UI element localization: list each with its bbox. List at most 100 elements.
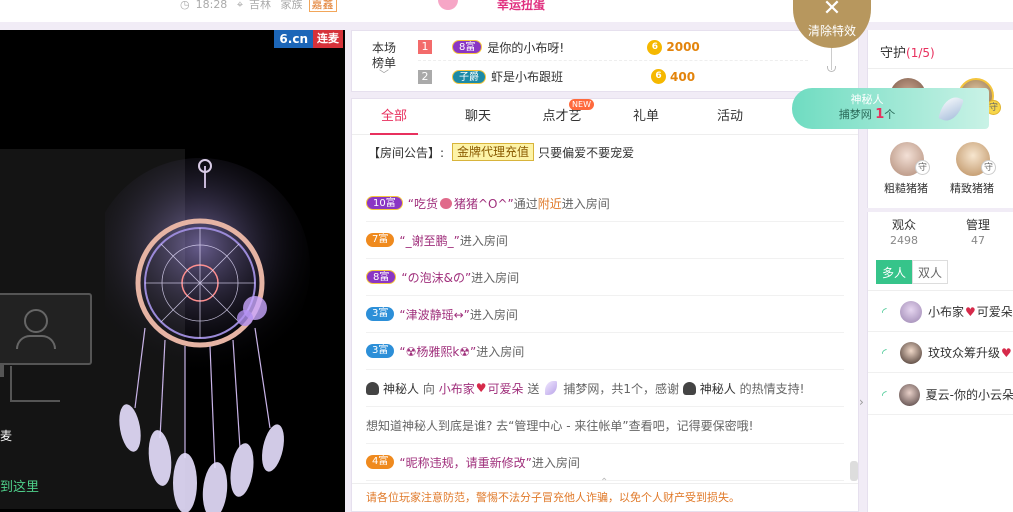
admins-label: 管理 [965,218,990,232]
pig-icon [439,197,452,209]
mode-dual-button[interactable]: 双人 [912,260,948,284]
site-logo: 6.cn [274,30,313,48]
tab-chat[interactable]: 聊天 [448,99,508,135]
gift-item-text: 捕梦网，共1个，感谢 [563,381,679,396]
mode-multi-button[interactable]: 多人 [876,260,912,284]
guard-member-name[interactable]: 粗糙猪猪 [884,180,928,196]
mystery-gift-line: 捕梦网 1个 [792,108,942,122]
list-item: 7富 “_谢至鹏_” 进入房间 [366,222,844,259]
audience-name: 玟玟众筹升级 [928,346,1001,360]
chevron-down-icon: ﹀ [379,70,389,81]
user-name-suffix[interactable]: 猪猪^O^” [454,195,514,212]
guard-title: 守护(1/5) [880,42,935,61]
heart-icon: ♥ [965,304,976,319]
guard-title-label: 守护 [880,46,907,61]
mystery-gift-banner[interactable]: 神秘人 捕梦网 1个 [792,88,989,129]
co-stream-text: 麦 [0,429,13,443]
clear-effects-label: 清除特效 [807,24,856,38]
list-item[interactable]: ◜ 夏云-你的小云朵 [868,375,1013,415]
tab-all[interactable]: 全部 [364,99,424,135]
wealth-level-badge: 8富 [452,40,483,54]
wealth-level-badge: 3富 [366,344,395,358]
list-item: 3富 “津波静瑶↔” 进入房间 [366,296,844,333]
dreamcatcher-gift-animation [105,158,310,512]
tab-admins[interactable]: 管理 47 [948,218,1008,248]
wealth-level-badge: 7富 [366,233,395,247]
rank-value: 2000 [666,40,700,54]
gift-target-suffix[interactable]: 可爱朵 [487,380,523,397]
enter-text: 进入房间 [476,344,525,359]
list-item: 4富 “昵称违规，请重新修改” 进入房间 [366,444,844,481]
guard-badge: 守 [981,160,996,175]
list-item: 3富 “☢杨雅熙k☢” 进入房间 [366,333,844,370]
wealth-level-badge: 8富 [366,270,397,284]
family-tag[interactable]: 嘉鑫 [308,0,337,12]
enter-text: 进入房间 [469,307,518,322]
anchor-time: 18:28 [195,0,228,11]
list-item[interactable]: ◜ 小布家 ♥ 可爱朵 [868,292,1013,332]
gem-icon [438,0,458,10]
list-item: 8富 “の泡沫&の” 进入房间 [366,259,844,296]
rank-label-line1: 本场 [371,41,396,55]
mic-link-button[interactable]: 连麦 [313,30,343,48]
divider [868,290,1013,291]
rank-row[interactable]: 2 子爵 虾是小布跟班 6 400 [418,63,808,90]
rank-value: 400 [670,69,696,84]
co-stream-link[interactable]: 到这里 [0,476,39,495]
audience-name: 小布家 [928,305,965,319]
location-icon: ⌖ [236,0,244,11]
tab-viewers[interactable]: 观众 2498 [874,218,934,248]
rank-row[interactable]: 1 8富 是你的小布呀! 6 2000 [418,34,808,61]
signal-icon: ◜ [882,345,887,360]
audience-name: 夏云-你的小云朵 [925,388,1013,402]
divider [868,68,1013,69]
enter-text: 进入房间 [561,196,610,211]
gold-agent-recharge-link[interactable]: 金牌代理充值 [452,143,535,161]
wealth-level-badge: 3富 [366,307,395,321]
mystery-title: 神秘人 [850,93,884,106]
tab-talent[interactable]: 点才艺 NEW [532,99,594,135]
heart-icon: ♥ [1001,345,1012,360]
thanks-suffix: 的热情支持! [739,381,805,396]
tab-activity[interactable]: 活动 [700,99,760,135]
monitor-user-icon [0,293,92,365]
chevron-right-icon[interactable]: › [859,395,864,409]
list-item[interactable]: ◜ 玟玟众筹升级 ♥ [868,333,1013,373]
guard-member-name[interactable]: 精致猪猪 [950,180,994,196]
viewers-count: 2498 [890,234,918,247]
wealth-level-badge: 10富 [366,196,403,210]
mystery-gift-unit: 个 [884,108,896,121]
thanks-name: 神秘人 [699,381,736,396]
chat-panel: 全部 聊天 点才艺 NEW 礼单 活动 【房间公告】: 金牌代理充值 只要偏爱不… [351,98,859,512]
signal-icon: ◜ [882,304,887,319]
user-name[interactable]: “☢杨雅熙k☢” [399,343,476,360]
video-player[interactable]: 6.cn 连麦 麦 到这里 [0,30,345,512]
lucky-capsule-banner[interactable]: 幸运扭蛋 [497,0,545,12]
user-name[interactable]: “津波静瑶↔” [399,306,470,323]
rank-toggle[interactable]: 本场 榜单 ﹀ [366,41,402,81]
chat-tabs: 全部 聊天 点才艺 NEW 礼单 活动 [352,99,858,135]
mystery-gift-name: 捕梦网 [838,108,872,121]
mystery-person-icon [682,381,696,395]
guard-badge: 守 [915,160,930,175]
mystery-person-icon [366,381,379,395]
chat-scrollbar[interactable] [850,461,858,481]
video-badge: 6.cn 连麦 [274,30,343,48]
fraud-warning: 请各位玩家注意防范，警惕不法分子冒充他人诈骗，以免个人财产受到损失。 [352,483,858,511]
gift-send-word: 送 [527,381,540,396]
user-name[interactable]: “吃货 [408,195,438,212]
user-name[interactable]: “の泡沫&の” [401,269,471,286]
system-tip-text: 想知道神秘人到底是谁? 去“管理中心 - 来往帐单”查看吧，记得要保密哦! [366,418,754,433]
anchor-location: 吉林 [249,0,272,11]
coin-icon: 6 [651,69,666,84]
rank-user-name[interactable]: 虾是小布跟班 [491,68,651,85]
tab-gift-list[interactable]: 礼单 [616,99,676,135]
chat-message-list[interactable]: 10富 “吃货 猪猪^O^” 通过 附近 进入房间 7富 “_谢至鹏_” 进入房… [366,185,844,481]
gift-target[interactable]: 小布家 [439,380,475,397]
rank-user-name[interactable]: 是你的小布呀! [487,39,647,56]
user-name[interactable]: “昵称违规，请重新修改” [399,454,531,471]
heart-icon: ♥ [475,381,487,395]
user-name[interactable]: “_谢至鹏_” [399,232,459,249]
tab-talent-label: 点才艺 [542,109,582,124]
via-source: 附近 [537,196,562,211]
